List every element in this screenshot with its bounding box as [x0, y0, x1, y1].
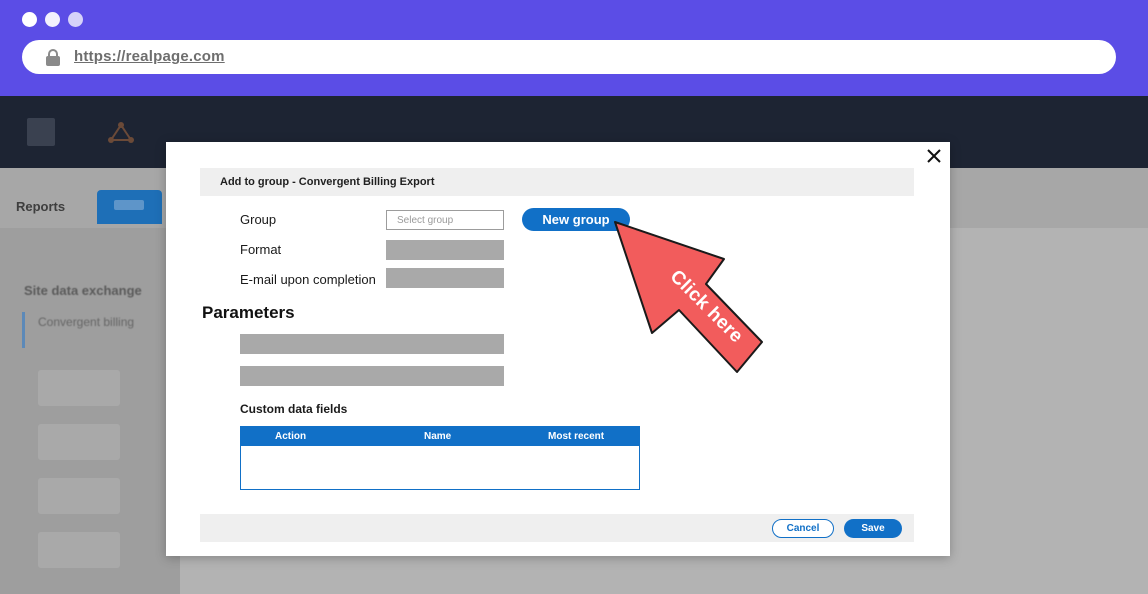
lock-icon — [46, 49, 60, 66]
address-bar[interactable]: https://realpage.com — [22, 40, 1116, 74]
table-header: Action Name Most recent — [241, 427, 639, 446]
format-label: Format — [240, 242, 282, 257]
window-close-dot[interactable] — [22, 12, 37, 27]
group-select[interactable]: Select group — [386, 210, 504, 230]
org-chart-icon — [108, 122, 134, 143]
dialog-title: Add to group - Convergent Billing Export — [220, 176, 435, 188]
nav-placeholder — [38, 478, 120, 514]
save-button[interactable]: Save — [844, 519, 902, 538]
tab-active — [97, 190, 162, 224]
email-field[interactable] — [386, 268, 504, 288]
column-header-action[interactable]: Action — [275, 431, 306, 442]
nav-placeholder — [38, 532, 120, 568]
nav-selection-indicator — [22, 312, 25, 348]
custom-data-table: Action Name Most recent — [240, 426, 640, 490]
window-maximize-dot[interactable] — [68, 12, 83, 27]
nav-item: Convergent billing — [38, 315, 135, 329]
custom-data-fields-label: Custom data fields — [240, 402, 348, 416]
nav-placeholder — [38, 424, 120, 460]
column-header-most-recent[interactable]: Most recent — [548, 431, 604, 442]
parameter-field[interactable] — [240, 334, 504, 354]
browser-chrome: https://realpage.com — [0, 0, 1148, 96]
column-header-name[interactable]: Name — [424, 431, 451, 442]
parameters-heading: Parameters — [202, 303, 295, 322]
window-minimize-dot[interactable] — [45, 12, 60, 27]
group-label: Group — [240, 212, 277, 227]
nav-title: Site data exchange — [24, 283, 142, 298]
tab-reports: Reports — [16, 199, 66, 214]
parameter-field[interactable] — [240, 366, 504, 386]
close-icon[interactable] — [924, 146, 944, 166]
app-menu-icon — [27, 118, 55, 146]
format-field[interactable] — [386, 240, 504, 260]
email-label: E-mail upon completion — [240, 272, 376, 287]
nav-placeholder — [38, 370, 120, 406]
url-text: https://realpage.com — [74, 48, 225, 65]
dialog-titlebar: Add to group - Convergent Billing Export — [200, 168, 914, 196]
cancel-button[interactable]: Cancel — [772, 519, 834, 538]
